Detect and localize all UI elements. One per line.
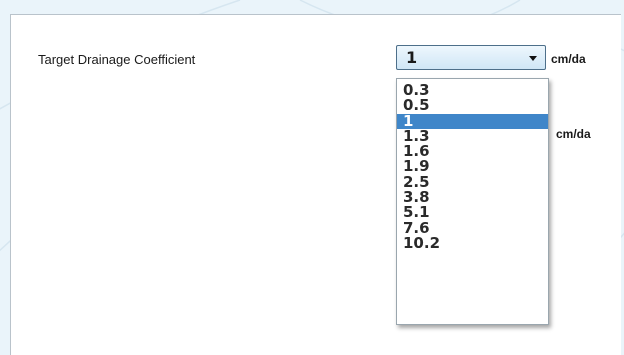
target-drainage-coefficient-label: Target Drainage Coefficient bbox=[38, 52, 196, 67]
drainage-coefficient-select[interactable]: 1 bbox=[396, 45, 546, 70]
selected-value: 1 bbox=[406, 48, 418, 67]
dropdown-option[interactable]: 10.2 bbox=[397, 235, 548, 251]
secondary-unit-label: cm/da bbox=[556, 127, 591, 141]
chevron-down-icon[interactable] bbox=[529, 56, 537, 61]
dropdown-list[interactable]: 0.3 0.5 1 1.3 1.6 1.9 2.5 3.8 5.1 7.6 10.2 bbox=[396, 78, 549, 325]
unit-label: cm/da bbox=[551, 52, 586, 66]
dropdown-option[interactable]: 0.5 bbox=[397, 97, 548, 113]
